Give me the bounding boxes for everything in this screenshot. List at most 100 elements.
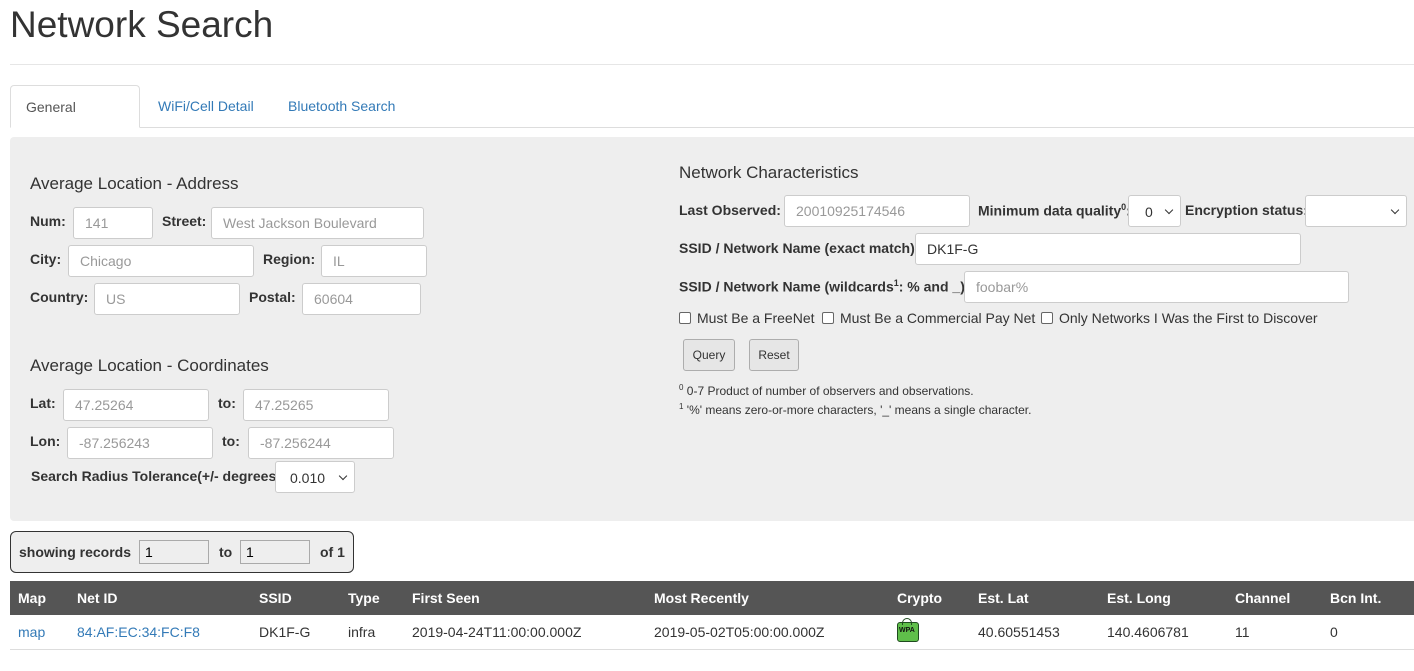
col-header-est-long[interactable]: Est. Long <box>1099 581 1227 615</box>
radius-value: 0.010 <box>290 470 326 486</box>
cell-first-seen: 2019-04-24T11:00:00.000Z <box>404 615 646 650</box>
cell-channel: 11 <box>1227 615 1322 650</box>
postal-label: Postal: <box>249 289 296 305</box>
footnote-0-text: 0-7 Product of number of observers and o… <box>683 384 974 398</box>
title-divider <box>10 64 1414 65</box>
lat-from-input[interactable] <box>63 389 209 421</box>
min-quality-label-text: Minimum data quality <box>978 202 1122 219</box>
col-header-ssid[interactable]: SSID <box>251 581 340 615</box>
chevron-down-icon <box>1164 205 1174 215</box>
table-header-row: Map Net ID SSID Type First Seen Most Rec… <box>10 581 1414 615</box>
lon-to-input[interactable] <box>248 427 394 459</box>
wpa-icon-text: WPA <box>899 627 915 634</box>
country-label: Country: <box>30 289 89 305</box>
last-observed-label: Last Observed: <box>679 202 781 218</box>
col-header-est-lat[interactable]: Est. Lat <box>970 581 1099 615</box>
lon-to-label: to: <box>222 433 240 449</box>
tab-bar: General Search WiFi/Cell Detail Bluetoot… <box>10 85 1414 157</box>
num-label: Num: <box>30 213 66 229</box>
chevron-down-icon <box>1390 205 1400 215</box>
country-input[interactable] <box>94 283 240 315</box>
footnote-1-text: '%' means zero-or-more characters, '_' m… <box>683 403 1032 417</box>
cell-type: infra <box>340 615 404 650</box>
first-discovered-checkbox-label: Only Networks I Was the First to Discove… <box>1059 310 1318 326</box>
characteristics-heading: Network Characteristics <box>679 163 859 182</box>
netid-link[interactable]: 84:AF:EC:34:FC:F8 <box>77 624 200 640</box>
first-discovered-checkbox[interactable]: Only Networks I Was the First to Discove… <box>1041 310 1318 326</box>
encryption-label: Encryption status: <box>1185 202 1308 218</box>
page-title: Network Search <box>10 4 274 45</box>
col-header-channel[interactable]: Channel <box>1227 581 1322 615</box>
checkbox-box[interactable] <box>679 312 691 324</box>
cell-est-lat: 40.60551453 <box>970 615 1099 650</box>
col-header-bcn-int[interactable]: Bcn Int. <box>1322 581 1414 615</box>
num-input[interactable] <box>73 207 153 239</box>
col-header-first-seen[interactable]: First Seen <box>404 581 646 615</box>
min-quality-value: 0 <box>1145 204 1153 220</box>
results-table: Map Net ID SSID Type First Seen Most Rec… <box>10 581 1414 650</box>
records-label: showing records <box>19 544 132 560</box>
lat-to-input[interactable] <box>243 389 389 421</box>
coordinates-heading: Average Location - Coordinates <box>30 356 269 375</box>
cell-ssid: DK1F-G <box>251 615 340 650</box>
col-header-netid[interactable]: Net ID <box>69 581 251 615</box>
region-input[interactable] <box>321 245 427 277</box>
query-button[interactable]: Query <box>683 339 735 371</box>
quality-footnote: 0 0-7 Product of number of observers and… <box>679 383 974 398</box>
checkbox-box[interactable] <box>822 312 834 324</box>
postal-input[interactable] <box>302 283 421 315</box>
table-row: map 84:AF:EC:34:FC:F8 DK1F-G infra 2019-… <box>10 615 1414 650</box>
col-header-crypto[interactable]: Crypto <box>889 581 970 615</box>
min-quality-label: Minimum data quality0: <box>978 202 1131 219</box>
records-to-input[interactable] <box>240 540 310 564</box>
reset-button[interactable]: Reset <box>749 339 799 371</box>
last-observed-input[interactable] <box>784 195 970 227</box>
lon-label: Lon: <box>30 433 61 449</box>
ssid-wildcard-input[interactable] <box>964 271 1349 303</box>
street-input[interactable] <box>211 207 424 239</box>
chevron-down-icon <box>338 471 348 481</box>
radius-label: Search Radius Tolerance(+/- degrees): <box>31 468 286 484</box>
street-label: Street: <box>162 213 207 229</box>
lon-from-input[interactable] <box>67 427 213 459</box>
encryption-select[interactable] <box>1305 195 1407 227</box>
freenet-checkbox-label: Must Be a FreeNet <box>697 310 815 326</box>
paynet-checkbox-label: Must Be a Commercial Pay Net <box>840 310 1036 326</box>
wpa-lock-icon: WPA <box>897 618 919 642</box>
freenet-checkbox[interactable]: Must Be a FreeNet <box>679 310 815 326</box>
city-label: City: <box>30 251 62 267</box>
tab-general-search[interactable]: General Search <box>10 85 140 157</box>
cell-map: map <box>10 615 69 650</box>
region-label: Region: <box>263 251 316 267</box>
cell-est-long: 140.4606781 <box>1099 615 1227 650</box>
cell-bcn-int: 0 <box>1322 615 1414 650</box>
paynet-checkbox[interactable]: Must Be a Commercial Pay Net <box>822 310 1035 326</box>
address-heading: Average Location - Address <box>30 174 239 193</box>
ssid-wildcard-label: SSID / Network Name (wildcards1: % and _… <box>679 278 970 295</box>
records-total-label: of 1 <box>320 544 345 560</box>
lat-label: Lat: <box>30 395 56 411</box>
min-quality-select[interactable]: 0 <box>1128 195 1181 227</box>
col-header-type[interactable]: Type <box>340 581 404 615</box>
wildcard-footnote: 1 '%' means zero-or-more characters, '_'… <box>679 402 1031 417</box>
ssid-wildcard-label-text: SSID / Network Name (wildcards <box>679 278 894 295</box>
record-pager: showing records to of 1 <box>10 531 354 573</box>
cell-most-recently: 2019-05-02T05:00:00.000Z <box>646 615 889 650</box>
records-from-input[interactable] <box>139 540 209 564</box>
radius-select[interactable]: 0.010 <box>275 461 355 493</box>
search-form-panel: Average Location - Address Num: Street: … <box>10 137 1414 521</box>
map-link[interactable]: map <box>18 624 45 640</box>
ssid-exact-input[interactable] <box>915 233 1301 265</box>
ssid-exact-label: SSID / Network Name (exact match): <box>679 240 920 256</box>
cell-crypto: WPA <box>889 615 970 650</box>
checkbox-box[interactable] <box>1041 312 1053 324</box>
records-to-label: to <box>219 544 233 560</box>
tab-bluetooth-search[interactable]: Bluetooth Search <box>273 85 410 127</box>
cell-netid: 84:AF:EC:34:FC:F8 <box>69 615 251 650</box>
city-input[interactable] <box>68 245 254 277</box>
tab-wifi-cell-detail[interactable]: WiFi/Cell Detail <box>143 85 269 127</box>
ssid-wildcard-label-suffix: : % and _): <box>898 278 970 295</box>
col-header-map[interactable]: Map <box>10 581 69 615</box>
col-header-most-recently[interactable]: Most Recently <box>646 581 889 615</box>
lat-to-label: to: <box>218 395 236 411</box>
